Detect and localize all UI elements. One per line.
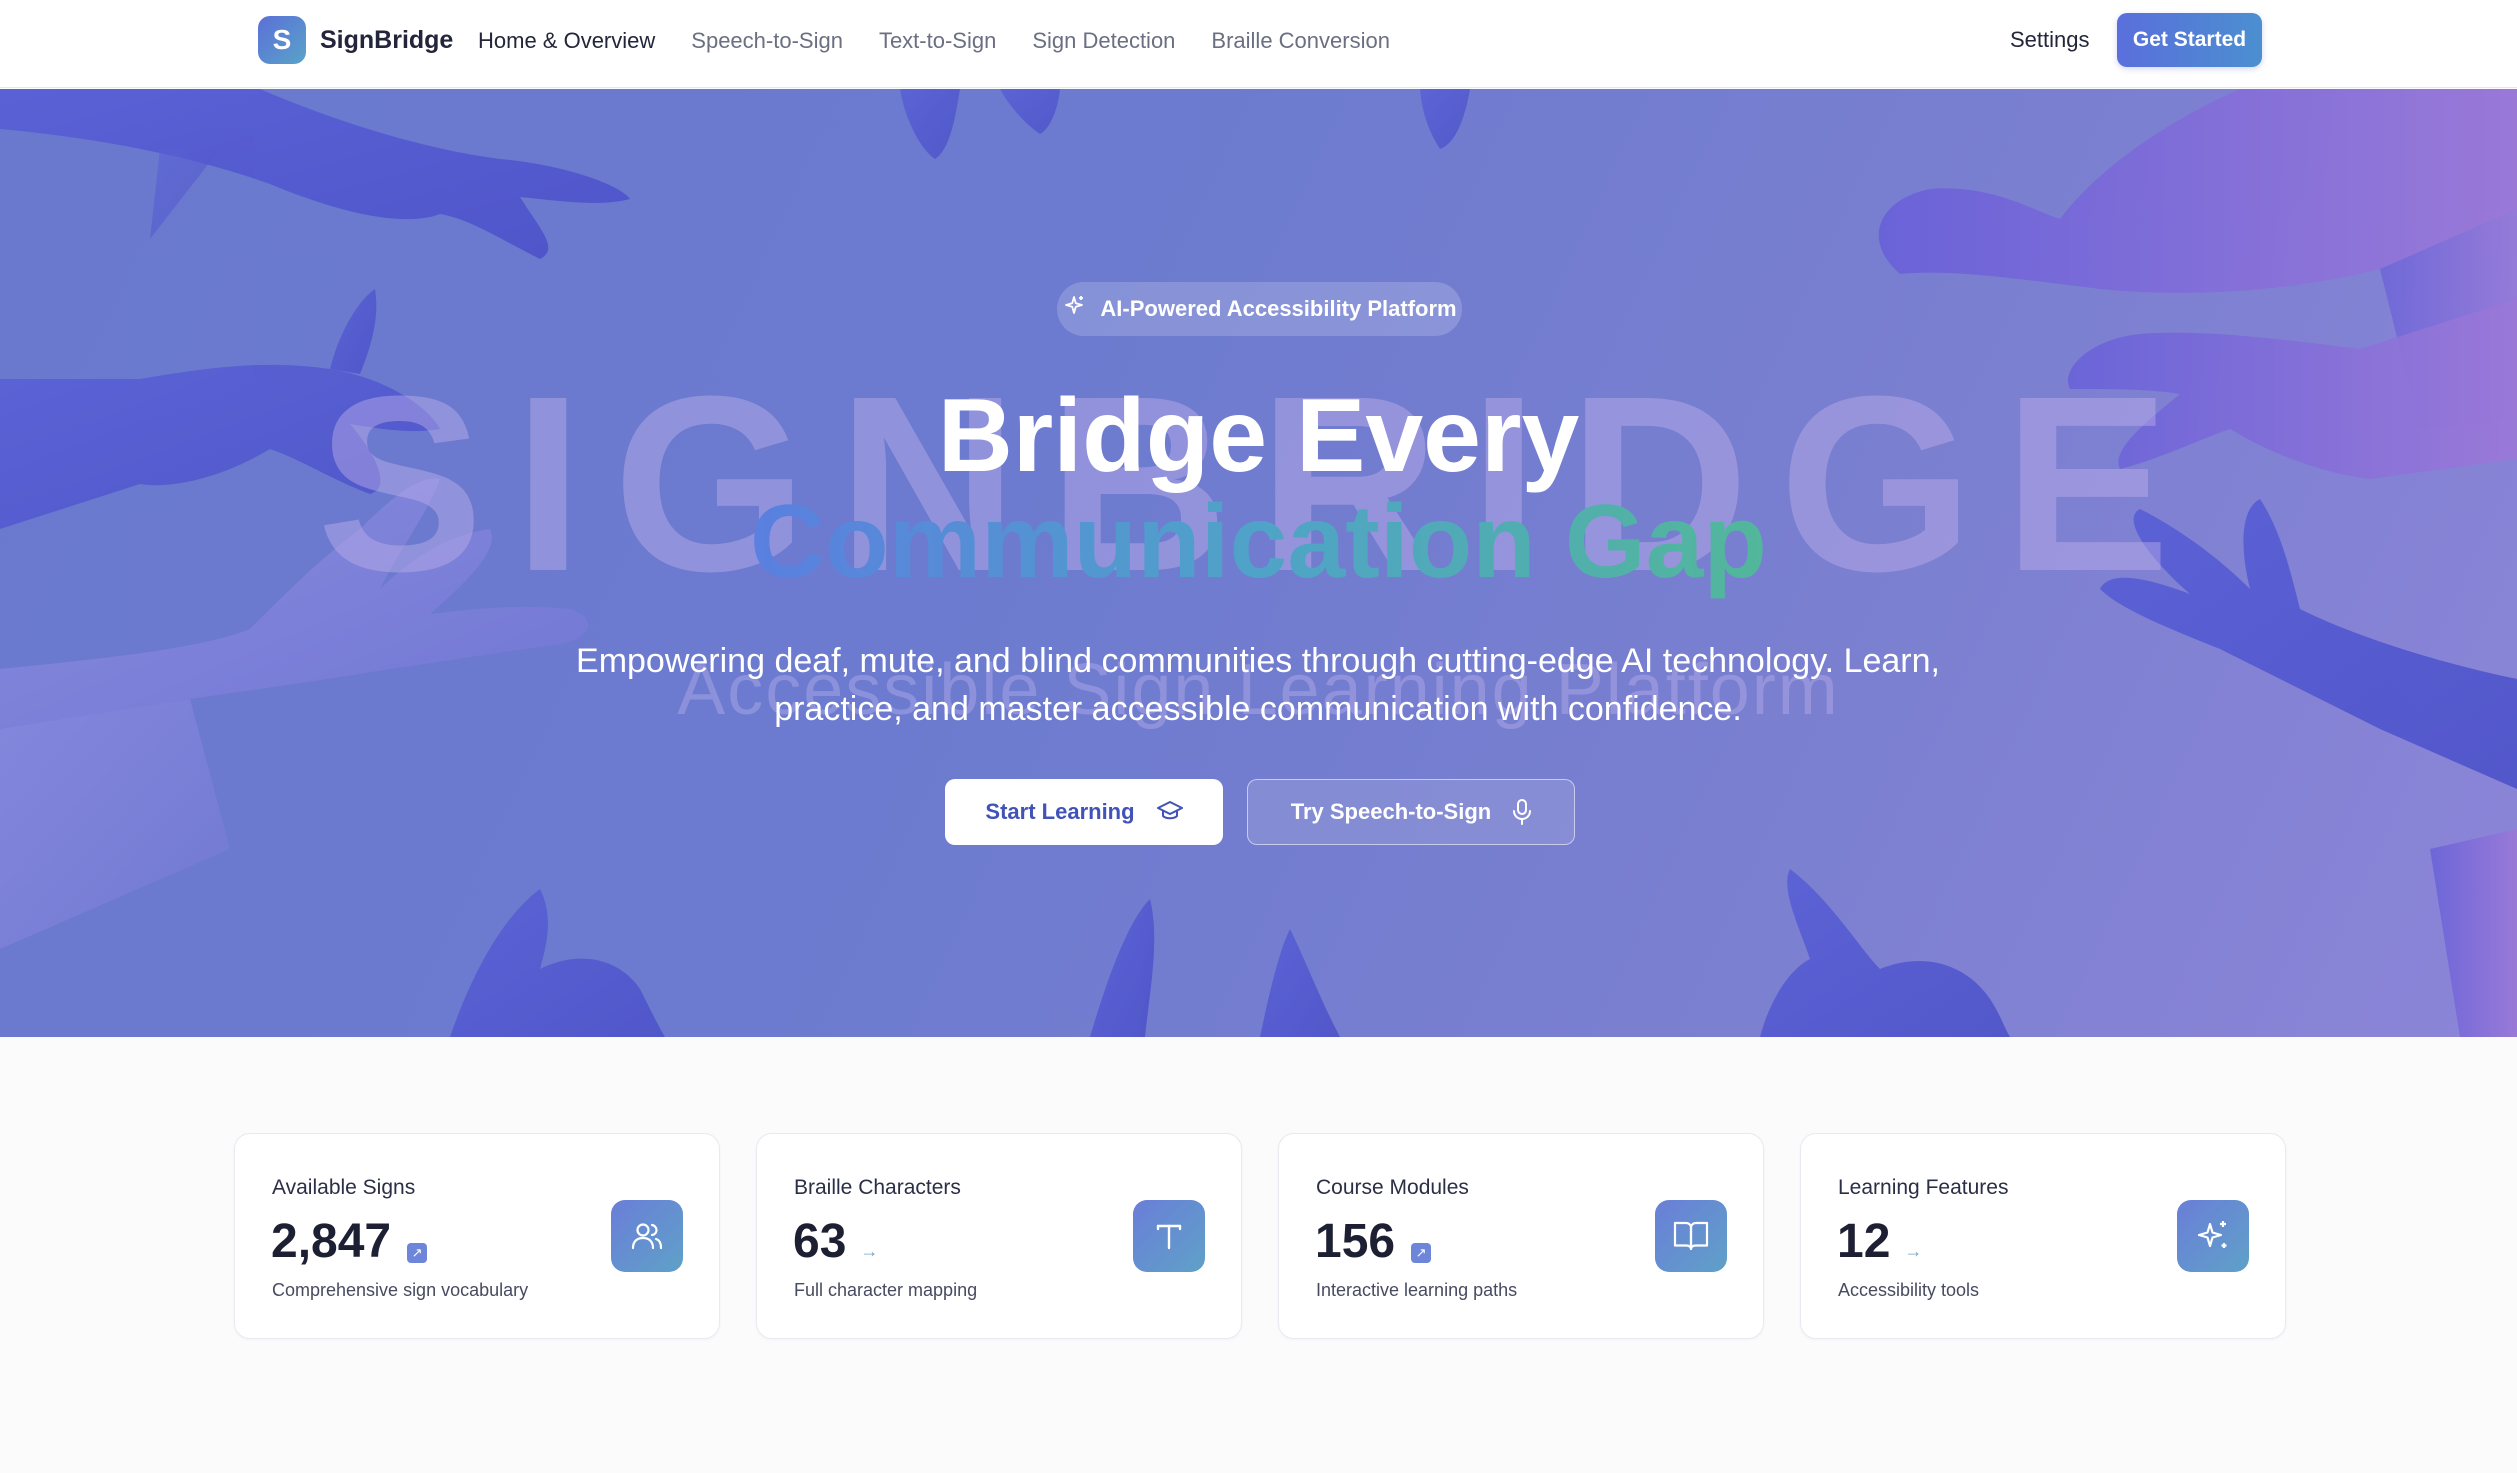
stat-value-row: 156 ↗: [1315, 1214, 1432, 1269]
sparkle-icon: [1062, 294, 1086, 325]
graduation-cap-icon: [1156, 801, 1183, 823]
hero-title-line1: Bridge Every: [937, 378, 1580, 494]
nav-link-home[interactable]: Home & Overview: [478, 28, 655, 54]
users-icon: [611, 1200, 683, 1272]
hero-badge: AI-Powered Accessibility Platform: [1057, 282, 1462, 336]
stat-label: Course Modules: [1316, 1176, 1469, 1199]
get-started-button[interactable]: Get Started: [2117, 13, 2262, 67]
book-icon: [1655, 1200, 1727, 1272]
stat-label: Learning Features: [1838, 1176, 2009, 1199]
stat-description: Interactive learning paths: [1316, 1280, 1518, 1300]
stat-value: 156: [1315, 1215, 1396, 1268]
hero-badge-label: AI-Powered Accessibility Platform: [1100, 296, 1457, 321]
logo-mark: S: [258, 16, 306, 64]
text-icon: [1133, 1200, 1205, 1272]
try-speech-to-sign-label: Try Speech-to-Sign: [1290, 799, 1492, 824]
trend-up-icon: ↗: [407, 1243, 428, 1263]
brand-logo[interactable]: S SignBridge: [258, 16, 453, 64]
stat-description: Accessibility tools: [1838, 1280, 1980, 1300]
stats-section: Available Signs 2,847 ↗ Comprehensive si…: [234, 1133, 2322, 1339]
stat-card-course-modules: Course Modules 156 ↗ Interactive learnin…: [1278, 1133, 1764, 1339]
stat-value-row: 12 →: [1837, 1214, 1922, 1269]
stat-value-row: 2,847 ↗: [271, 1214, 428, 1269]
nav-links: Home & Overview Speech-to-Sign Text-to-S…: [478, 0, 1426, 82]
sparkles-icon: [2177, 1200, 2249, 1272]
nav-link-text-to-sign[interactable]: Text-to-Sign: [879, 28, 996, 54]
start-learning-button[interactable]: Start Learning: [945, 779, 1223, 845]
microphone-icon: [1513, 799, 1532, 825]
stat-description: Full character mapping: [794, 1280, 978, 1300]
hero-subtitle: Empowering deaf, mute, and blind communi…: [576, 642, 1940, 729]
trend-flat-icon: →: [1904, 1241, 1923, 1261]
hero-title-line2: Communication Gap: [0, 485, 2517, 599]
stat-value-row: 63 →: [793, 1214, 878, 1269]
stat-label: Braille Characters: [794, 1176, 961, 1199]
try-speech-to-sign-button[interactable]: Try Speech-to-Sign: [1247, 779, 1575, 845]
stat-value: 2,847: [271, 1215, 392, 1268]
start-learning-label: Start Learning: [985, 799, 1135, 824]
stat-label: Available Signs: [272, 1176, 416, 1199]
settings-link[interactable]: Settings: [2010, 27, 2090, 53]
trend-flat-icon: →: [860, 1241, 879, 1261]
stat-value: 63: [793, 1215, 847, 1268]
top-navbar: S SignBridge Home & Overview Speech-to-S…: [0, 0, 2517, 88]
hero-title-gradient-text: Communication Gap: [750, 484, 1767, 600]
stat-card-learning-features: Learning Features 12 → Accessibility too…: [1800, 1133, 2286, 1339]
stat-card-braille-characters: Braille Characters 63 → Full character m…: [756, 1133, 1242, 1339]
nav-link-braille-conversion[interactable]: Braille Conversion: [1211, 28, 1390, 54]
stat-card-available-signs: Available Signs 2,847 ↗ Comprehensive si…: [234, 1133, 720, 1339]
nav-link-speech-to-sign[interactable]: Speech-to-Sign: [691, 28, 843, 54]
brand-name: SignBridge: [320, 25, 454, 54]
nav-link-sign-detection[interactable]: Sign Detection: [1032, 28, 1175, 54]
stat-description: Comprehensive sign vocabulary: [272, 1280, 529, 1300]
trend-up-icon: ↗: [1411, 1243, 1432, 1263]
stat-value: 12: [1837, 1215, 1891, 1268]
hero-section: SIGNBRIDGE Accessible Sign Learning Plat…: [0, 89, 2517, 1037]
